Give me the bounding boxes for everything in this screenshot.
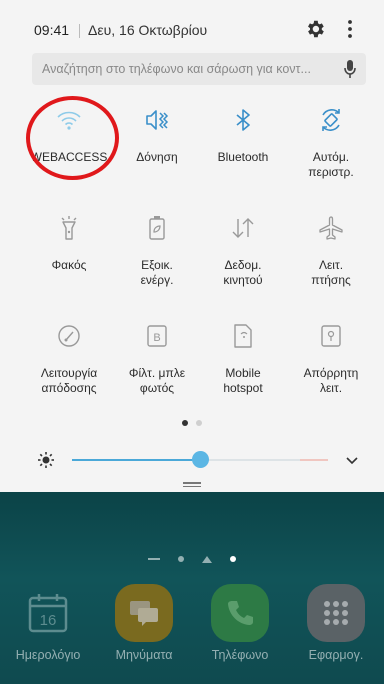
brightness-slider-thumb[interactable]: [192, 451, 209, 468]
blue-light-filter-icon: B: [139, 318, 175, 354]
quick-settings-panel: 09:41 Δευ, 16 Οκτωβρίου Αναζήτηση στο τη…: [0, 0, 384, 492]
tile-label: Δόνηση: [136, 150, 178, 164]
header-divider: [79, 24, 80, 38]
tile-label: Bluetooth: [217, 150, 269, 164]
messages-icon: [115, 584, 173, 642]
battery-saver-icon: [139, 210, 175, 246]
settings-gear-icon[interactable]: [304, 18, 326, 40]
tile-label: Φακός: [51, 258, 87, 272]
vibrate-icon: [139, 102, 175, 138]
calendar-day: 16: [40, 612, 57, 629]
clock: 09:41: [34, 22, 70, 38]
tile-label: Mobile hotspot: [223, 366, 263, 395]
tile-label: Λειτ. πτήσης: [311, 258, 351, 287]
tile-label: Λειτουργία απόδοσης: [40, 366, 98, 395]
quick-settings-grid: WEBACCESS Δόνηση Bluetooth Αυτόμ. περιστ…: [26, 98, 376, 422]
dock-app-label: Εφαρμογ.: [308, 648, 364, 662]
tile-mobile-hotspot[interactable]: Mobile hotspot: [200, 314, 286, 422]
finder-search-bar[interactable]: Αναζήτηση στο τηλέφωνο και σάρωση για κο…: [32, 53, 366, 85]
panel-header: 09:41 Δευ, 16 Οκτωβρίου: [0, 18, 384, 44]
tile-blue-light-filter[interactable]: B Φίλτ. μπλε φωτός: [114, 314, 200, 422]
brightness-icon: [38, 452, 54, 468]
panel-drag-handle[interactable]: [183, 482, 201, 488]
page-dot: [178, 556, 184, 562]
tile-label: Δεδομ. κινητού: [223, 258, 263, 287]
tile-wifi[interactable]: WEBACCESS: [26, 98, 112, 206]
app-dock: 16 Ημερολόγιο Μηνύματα Τηλέφωνο Εφαρμογ.: [0, 584, 384, 662]
brightness-control: [0, 448, 384, 472]
search-placeholder: Αναζήτηση στο τηλέφωνο και σάρωση για κο…: [42, 62, 311, 76]
tile-label: Εξοικ. ενέργ.: [140, 258, 174, 287]
dock-app-apps[interactable]: Εφαρμογ.: [290, 584, 382, 662]
brightness-slider-end: [300, 459, 328, 461]
svg-text:B: B: [153, 332, 160, 344]
tile-label: Αυτόμ. περιστρ.: [308, 150, 354, 179]
hotspot-icon: [225, 318, 261, 354]
more-options-icon[interactable]: [343, 18, 357, 40]
page-dot: [196, 420, 202, 426]
tile-vibrate[interactable]: Δόνηση: [114, 98, 200, 206]
apps-icon: [307, 584, 365, 642]
microphone-icon[interactable]: [343, 59, 357, 79]
private-mode-icon: [313, 318, 349, 354]
tile-flashlight[interactable]: Φακός: [26, 206, 112, 314]
date-label[interactable]: Δευ, 16 Οκτωβρίου: [88, 22, 207, 38]
wifi-icon: [51, 102, 87, 138]
tile-private-mode[interactable]: Απόρρητη λειτ.: [288, 314, 374, 422]
chevron-down-icon[interactable]: [344, 453, 360, 467]
mobile-data-icon: [225, 210, 261, 246]
tile-bluetooth[interactable]: Bluetooth: [200, 98, 286, 206]
flashlight-icon: [51, 210, 87, 246]
home-page-icon: [202, 555, 212, 563]
dock-app-messages[interactable]: Μηνύματα: [98, 584, 190, 662]
tile-battery-saver[interactable]: Εξοικ. ενέργ.: [114, 206, 200, 314]
tile-row: WEBACCESS Δόνηση Bluetooth Αυτόμ. περιστ…: [26, 98, 376, 206]
page-dot-active: [230, 556, 236, 562]
tile-auto-rotate[interactable]: Αυτόμ. περιστρ.: [288, 98, 374, 206]
airplane-icon: [313, 210, 349, 246]
tile-label: WEBACCESS: [30, 150, 108, 164]
tile-label: Απόρρητη λειτ.: [303, 366, 359, 395]
tile-mobile-data[interactable]: Δεδομ. κινητού: [200, 206, 286, 314]
quick-panel-page-indicator: [0, 420, 384, 426]
brightness-slider-fill: [72, 459, 200, 461]
dock-app-phone[interactable]: Τηλέφωνο: [194, 584, 286, 662]
tile-performance-mode[interactable]: Λειτουργία απόδοσης: [26, 314, 112, 422]
auto-rotate-icon: [313, 102, 349, 138]
dock-app-label: Ημερολόγιο: [15, 648, 81, 662]
calendar-icon: 16: [19, 584, 77, 642]
home-pages-menu-icon: [148, 558, 160, 560]
dock-app-label: Τηλέφωνο: [211, 648, 269, 662]
page-dot-active: [182, 420, 188, 426]
dock-app-label: Μηνύματα: [115, 648, 173, 662]
phone-icon: [211, 584, 269, 642]
home-screen: 16 Ημερολόγιο Μηνύματα Τηλέφωνο Εφαρμογ.: [0, 492, 384, 684]
home-page-indicator: [0, 552, 384, 566]
tile-airplane-mode[interactable]: Λειτ. πτήσης: [288, 206, 374, 314]
tile-row: Φακός Εξοικ. ενέργ. Δεδομ. κινητού Λειτ.…: [26, 206, 376, 314]
bluetooth-icon: [225, 102, 261, 138]
dock-app-calendar[interactable]: 16 Ημερολόγιο: [2, 584, 94, 662]
tile-row: Λειτουργία απόδοσης B Φίλτ. μπλε φωτός M…: [26, 314, 376, 422]
performance-icon: [51, 318, 87, 354]
tile-label: Φίλτ. μπλε φωτός: [128, 366, 186, 395]
